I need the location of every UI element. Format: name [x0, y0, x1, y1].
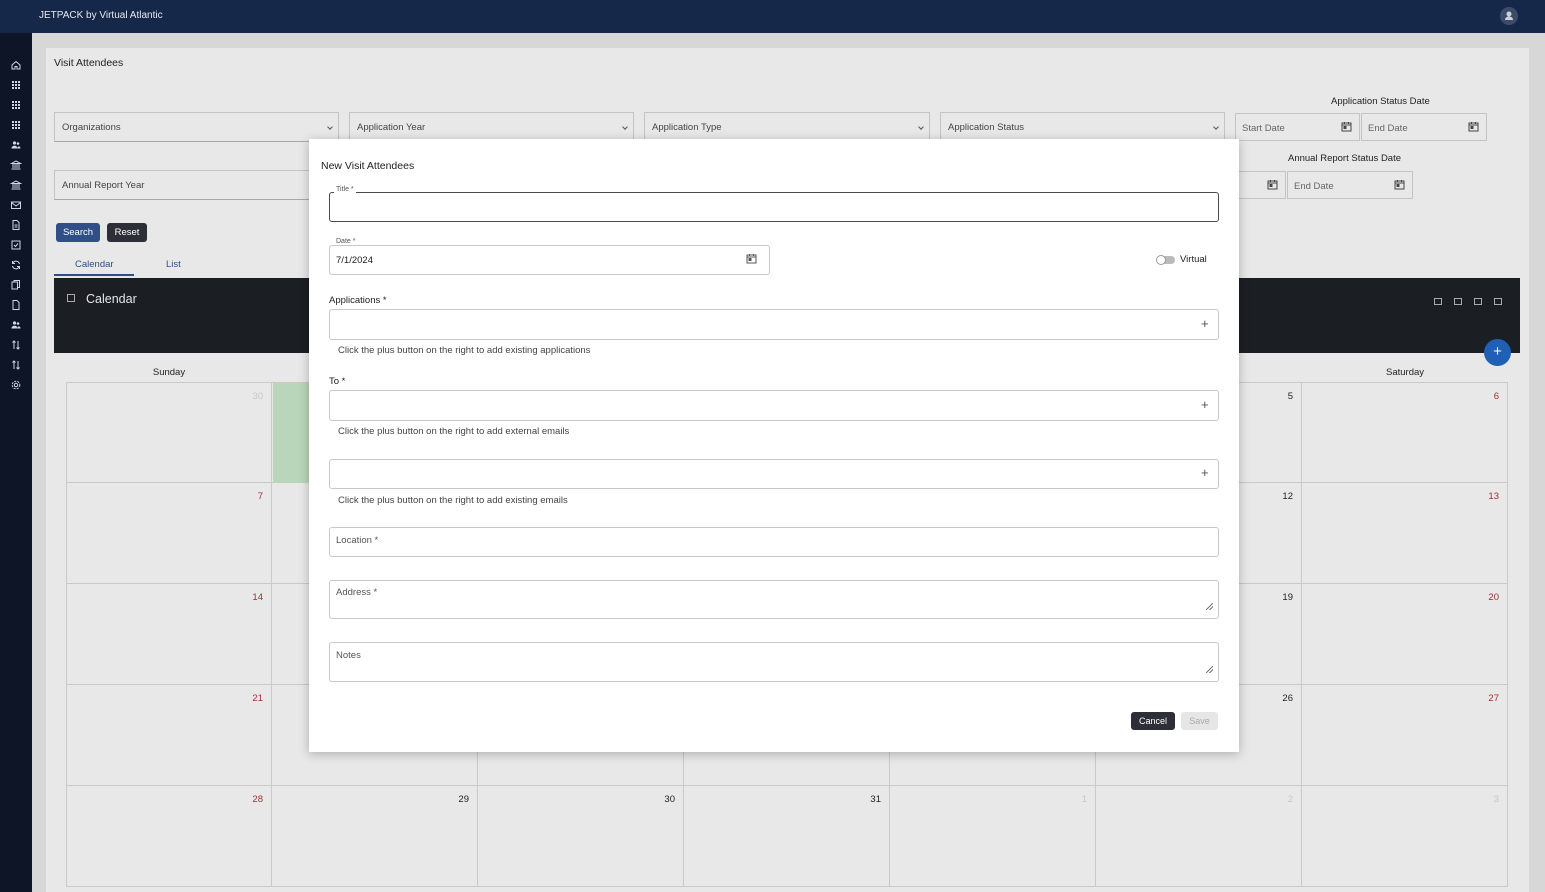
dialog-title: New Visit Attendees	[321, 160, 415, 172]
calendar-icon[interactable]	[746, 253, 757, 264]
virtual-label: Virtual	[1180, 254, 1207, 265]
save-button[interactable]: Save	[1181, 712, 1218, 730]
applications-label: Applications *	[329, 295, 387, 306]
applications-hint: Click the plus button on the right to ad…	[338, 345, 591, 356]
add-external-email-plus-icon[interactable]: +	[1201, 397, 1209, 412]
cancel-button[interactable]: Cancel	[1131, 712, 1175, 730]
to-hint: Click the plus button on the right to ad…	[338, 426, 570, 437]
resize-handle-icon[interactable]	[1206, 603, 1213, 610]
resize-handle-icon[interactable]	[1206, 666, 1213, 673]
address-textarea[interactable]	[329, 580, 1219, 619]
add-application-plus-icon[interactable]: +	[1201, 316, 1209, 331]
to-label: To *	[329, 376, 346, 387]
existing-emails-field[interactable]	[329, 459, 1219, 489]
applications-field[interactable]	[329, 309, 1219, 340]
add-existing-email-plus-icon[interactable]: +	[1201, 465, 1209, 480]
notes-placeholder: Notes	[336, 650, 361, 661]
date-value: 7/1/2024	[336, 255, 373, 266]
date-input[interactable]	[329, 245, 770, 275]
date-label: Date *	[334, 238, 358, 245]
existing-emails-hint: Click the plus button on the right to ad…	[338, 495, 568, 506]
notes-textarea[interactable]	[329, 642, 1219, 682]
title-label: Title *	[334, 186, 356, 193]
to-field[interactable]	[329, 390, 1219, 421]
address-placeholder: Address *	[336, 587, 378, 598]
title-input[interactable]	[329, 192, 1219, 222]
location-placeholder: Location *	[336, 535, 379, 546]
location-input[interactable]	[329, 527, 1219, 557]
virtual-toggle-knob[interactable]	[1156, 255, 1166, 265]
